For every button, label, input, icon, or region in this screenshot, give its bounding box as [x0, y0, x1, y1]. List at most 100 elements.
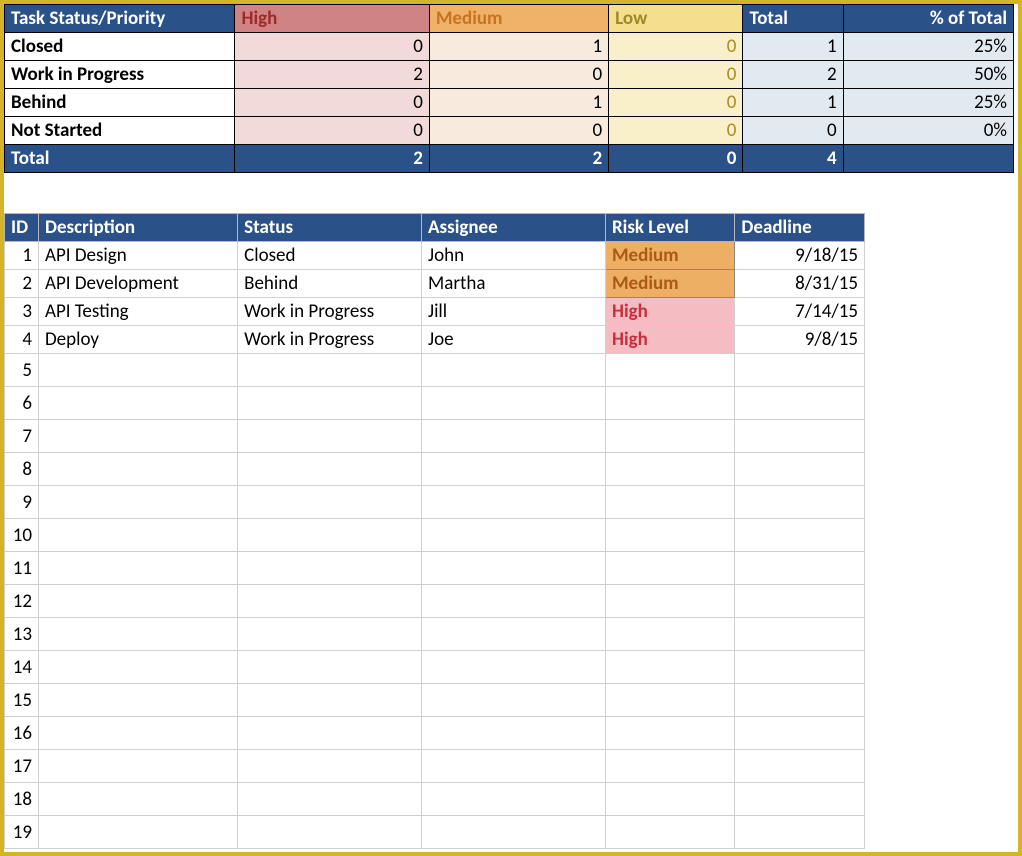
task-status[interactable]	[238, 783, 422, 816]
summary-cell-medium[interactable]: 0	[429, 117, 608, 145]
task-risk[interactable]	[605, 585, 734, 618]
task-risk[interactable]: High	[605, 298, 734, 326]
task-deadline[interactable]	[735, 717, 865, 750]
task-status[interactable]	[238, 585, 422, 618]
task-assignee[interactable]	[422, 585, 606, 618]
task-id[interactable]: 8	[5, 453, 39, 486]
summary-cell-low[interactable]: 0	[609, 61, 743, 89]
summary-cell-high[interactable]: 0	[235, 117, 429, 145]
task-risk[interactable]: Medium	[605, 270, 734, 298]
task-deadline[interactable]	[735, 552, 865, 585]
task-id[interactable]: 9	[5, 486, 39, 519]
task-status[interactable]	[238, 486, 422, 519]
task-assignee[interactable]: Martha	[422, 270, 606, 298]
summary-cell-pct[interactable]: 50%	[843, 61, 1013, 89]
summary-cell-total[interactable]: 1	[743, 33, 843, 61]
summary-cell-low[interactable]: 0	[609, 33, 743, 61]
task-id[interactable]: 1	[5, 242, 39, 270]
task-status[interactable]: Behind	[238, 270, 422, 298]
task-description[interactable]	[38, 453, 237, 486]
task-deadline[interactable]	[735, 816, 865, 849]
task-deadline[interactable]	[735, 387, 865, 420]
task-description[interactable]: Deploy	[38, 326, 237, 354]
task-deadline[interactable]	[735, 750, 865, 783]
task-deadline[interactable]	[735, 684, 865, 717]
task-description[interactable]	[38, 618, 237, 651]
summary-cell-pct[interactable]: 25%	[843, 89, 1013, 117]
task-description[interactable]: API Development	[38, 270, 237, 298]
task-description[interactable]	[38, 552, 237, 585]
task-status[interactable]	[238, 387, 422, 420]
task-deadline[interactable]	[735, 519, 865, 552]
summary-cell-high[interactable]: 0	[235, 89, 429, 117]
task-description[interactable]	[38, 783, 237, 816]
task-id[interactable]: 7	[5, 420, 39, 453]
task-assignee[interactable]	[422, 618, 606, 651]
task-id[interactable]: 15	[5, 684, 39, 717]
task-risk[interactable]	[605, 816, 734, 849]
task-risk[interactable]	[605, 453, 734, 486]
summary-cell-low[interactable]: 0	[609, 117, 743, 145]
task-risk[interactable]	[605, 750, 734, 783]
task-risk[interactable]	[605, 519, 734, 552]
task-id[interactable]: 11	[5, 552, 39, 585]
task-id[interactable]: 16	[5, 717, 39, 750]
task-id[interactable]: 2	[5, 270, 39, 298]
task-risk[interactable]	[605, 486, 734, 519]
summary-cell-low[interactable]: 0	[609, 89, 743, 117]
task-deadline[interactable]	[735, 486, 865, 519]
task-deadline[interactable]	[735, 354, 865, 387]
task-assignee[interactable]	[422, 354, 606, 387]
task-assignee[interactable]: John	[422, 242, 606, 270]
task-deadline[interactable]: 7/14/15	[735, 298, 865, 326]
task-deadline[interactable]	[735, 585, 865, 618]
task-assignee[interactable]	[422, 486, 606, 519]
task-description[interactable]	[38, 585, 237, 618]
summary-cell-total[interactable]: 0	[743, 117, 843, 145]
summary-cell-medium[interactable]: 1	[429, 33, 608, 61]
task-assignee[interactable]	[422, 717, 606, 750]
task-id[interactable]: 19	[5, 816, 39, 849]
summary-cell-high[interactable]: 2	[235, 61, 429, 89]
task-assignee[interactable]	[422, 519, 606, 552]
task-id[interactable]: 12	[5, 585, 39, 618]
task-assignee[interactable]	[422, 750, 606, 783]
task-risk[interactable]	[605, 783, 734, 816]
task-deadline[interactable]: 8/31/15	[735, 270, 865, 298]
task-status[interactable]	[238, 750, 422, 783]
task-assignee[interactable]	[422, 684, 606, 717]
task-description[interactable]: API Testing	[38, 298, 237, 326]
task-status[interactable]	[238, 618, 422, 651]
task-assignee[interactable]: Jill	[422, 298, 606, 326]
task-assignee[interactable]: Joe	[422, 326, 606, 354]
task-id[interactable]: 3	[5, 298, 39, 326]
task-description[interactable]	[38, 651, 237, 684]
summary-cell-pct[interactable]: 25%	[843, 33, 1013, 61]
task-id[interactable]: 18	[5, 783, 39, 816]
summary-cell-medium[interactable]: 1	[429, 89, 608, 117]
task-id[interactable]: 10	[5, 519, 39, 552]
task-status[interactable]: Work in Progress	[238, 298, 422, 326]
task-assignee[interactable]	[422, 420, 606, 453]
task-id[interactable]: 17	[5, 750, 39, 783]
task-assignee[interactable]	[422, 453, 606, 486]
summary-cell-pct[interactable]: 0%	[843, 117, 1013, 145]
task-deadline[interactable]	[735, 618, 865, 651]
task-risk[interactable]	[605, 651, 734, 684]
task-risk[interactable]: High	[605, 326, 734, 354]
task-risk[interactable]	[605, 420, 734, 453]
task-status[interactable]: Closed	[238, 242, 422, 270]
task-status[interactable]	[238, 453, 422, 486]
task-id[interactable]: 4	[5, 326, 39, 354]
task-deadline[interactable]: 9/18/15	[735, 242, 865, 270]
task-deadline[interactable]	[735, 453, 865, 486]
task-status[interactable]	[238, 651, 422, 684]
task-deadline[interactable]	[735, 420, 865, 453]
task-id[interactable]: 5	[5, 354, 39, 387]
task-deadline[interactable]: 9/8/15	[735, 326, 865, 354]
task-id[interactable]: 14	[5, 651, 39, 684]
task-status[interactable]	[238, 717, 422, 750]
task-status[interactable]	[238, 684, 422, 717]
summary-cell-total[interactable]: 1	[743, 89, 843, 117]
task-assignee[interactable]	[422, 552, 606, 585]
